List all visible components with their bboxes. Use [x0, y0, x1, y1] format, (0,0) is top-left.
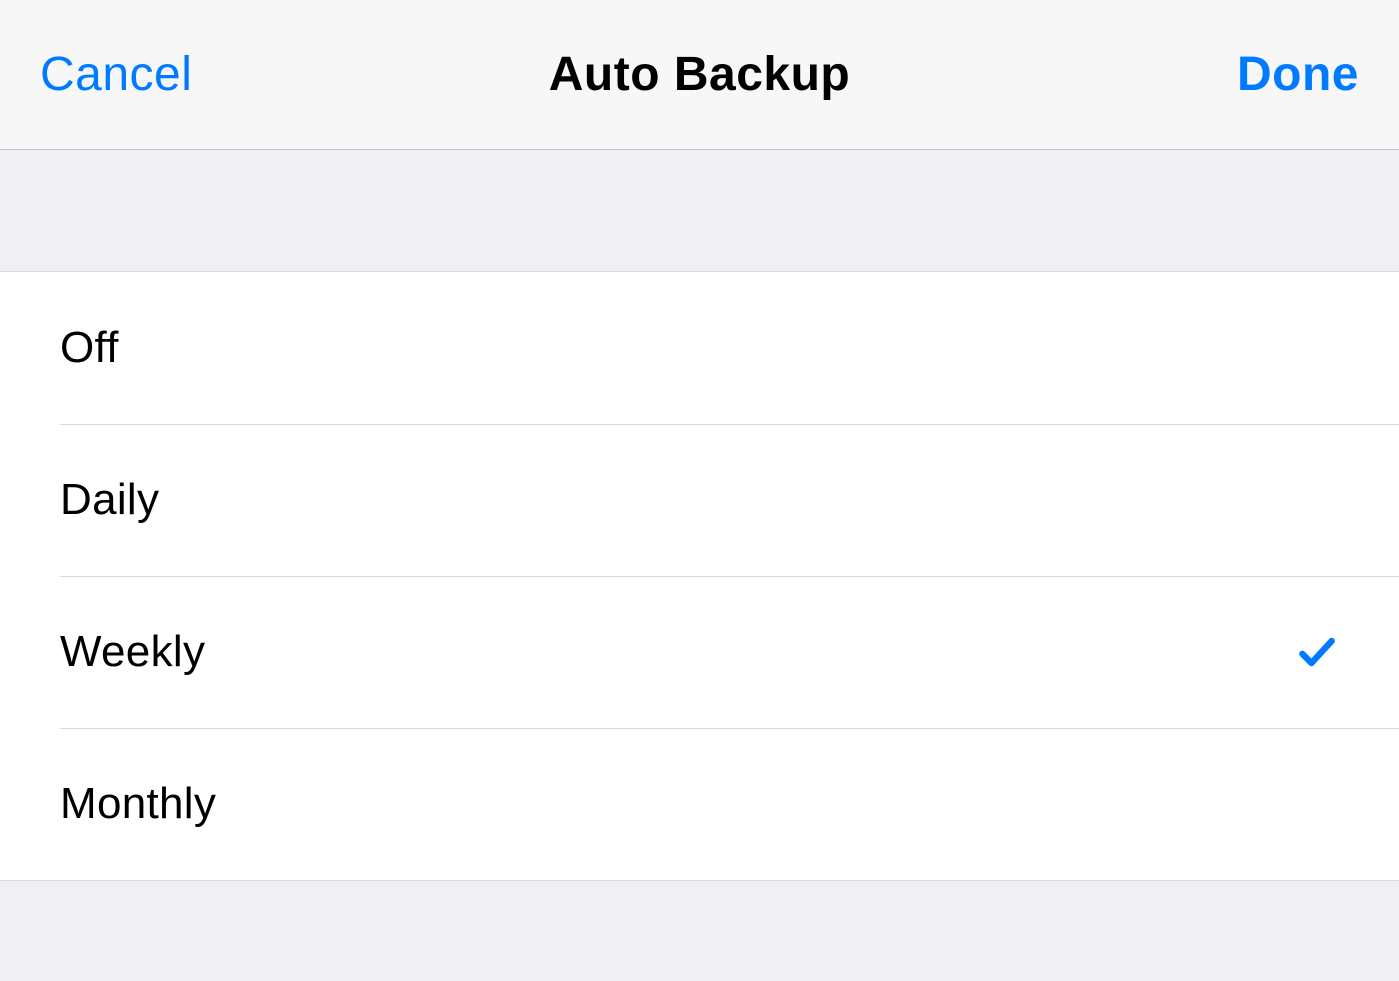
nav-center: Auto Backup — [370, 47, 1030, 102]
checkmark-icon — [1295, 630, 1339, 674]
nav-left: Cancel — [40, 47, 370, 102]
option-label: Daily — [60, 475, 159, 525]
options-list: Off Daily Weekly Monthly — [0, 272, 1399, 881]
option-monthly[interactable]: Monthly — [0, 728, 1399, 880]
option-label: Monthly — [60, 779, 216, 829]
option-label: Off — [60, 323, 119, 373]
cancel-button[interactable]: Cancel — [40, 48, 192, 101]
page-title: Auto Backup — [549, 48, 851, 101]
option-weekly[interactable]: Weekly — [0, 576, 1399, 728]
navbar: Cancel Auto Backup Done — [0, 0, 1399, 150]
option-off[interactable]: Off — [0, 272, 1399, 424]
nav-right: Done — [1029, 47, 1359, 102]
option-label: Weekly — [60, 627, 205, 677]
section-spacer — [0, 150, 1399, 272]
option-daily[interactable]: Daily — [0, 424, 1399, 576]
done-button[interactable]: Done — [1237, 48, 1359, 101]
footer-spacer — [0, 881, 1399, 981]
